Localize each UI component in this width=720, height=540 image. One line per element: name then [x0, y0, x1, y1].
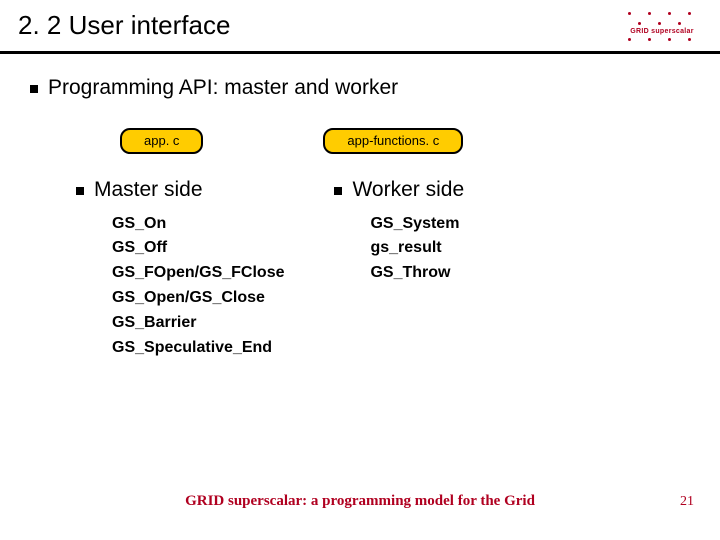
function-item: GS_On [112, 212, 284, 237]
worker-file-badge: app-functions. c [323, 128, 463, 154]
footer-text: GRID superscalar: a programming model fo… [0, 493, 720, 510]
bullet-icon [30, 85, 38, 93]
function-item: GS_FOpen/GS_FClose [112, 261, 284, 286]
slide-content: Programming API: master and worker app. … [0, 54, 720, 360]
grid-superscalar-logo: GRID superscalar [622, 10, 702, 35]
master-function-list: GS_On GS_Off GS_FOpen/GS_FClose GS_Open/… [76, 212, 284, 361]
bullet-main-text: Programming API: master and worker [48, 76, 398, 100]
function-item: GS_System [370, 212, 464, 237]
bullet-icon [76, 187, 84, 195]
function-item: GS_Speculative_End [112, 336, 284, 361]
worker-heading: Worker side [334, 178, 464, 202]
function-item: gs_result [370, 236, 464, 261]
page-number: 21 [680, 494, 694, 510]
function-item: GS_Barrier [112, 311, 284, 336]
function-item: GS_Open/GS_Close [112, 286, 284, 311]
function-item: GS_Throw [370, 261, 464, 286]
master-heading-text: Master side [94, 178, 203, 202]
master-column: Master side GS_On GS_Off GS_FOpen/GS_FCl… [76, 178, 284, 361]
worker-function-list: GS_System gs_result GS_Throw [334, 212, 464, 286]
bullet-main: Programming API: master and worker [30, 76, 690, 100]
slide-title: 2. 2 User interface [18, 10, 622, 41]
file-badges-row: app. c app-functions. c [30, 128, 690, 154]
master-file-badge: app. c [120, 128, 203, 154]
columns: Master side GS_On GS_Off GS_FOpen/GS_FCl… [30, 178, 690, 361]
master-heading: Master side [76, 178, 284, 202]
function-item: GS_Off [112, 236, 284, 261]
bullet-icon [334, 187, 342, 195]
worker-heading-text: Worker side [352, 178, 464, 202]
logo-text: GRID superscalar [630, 28, 694, 35]
worker-column: Worker side GS_System gs_result GS_Throw [334, 178, 464, 361]
slide-header: 2. 2 User interface GRID superscalar [0, 0, 720, 54]
